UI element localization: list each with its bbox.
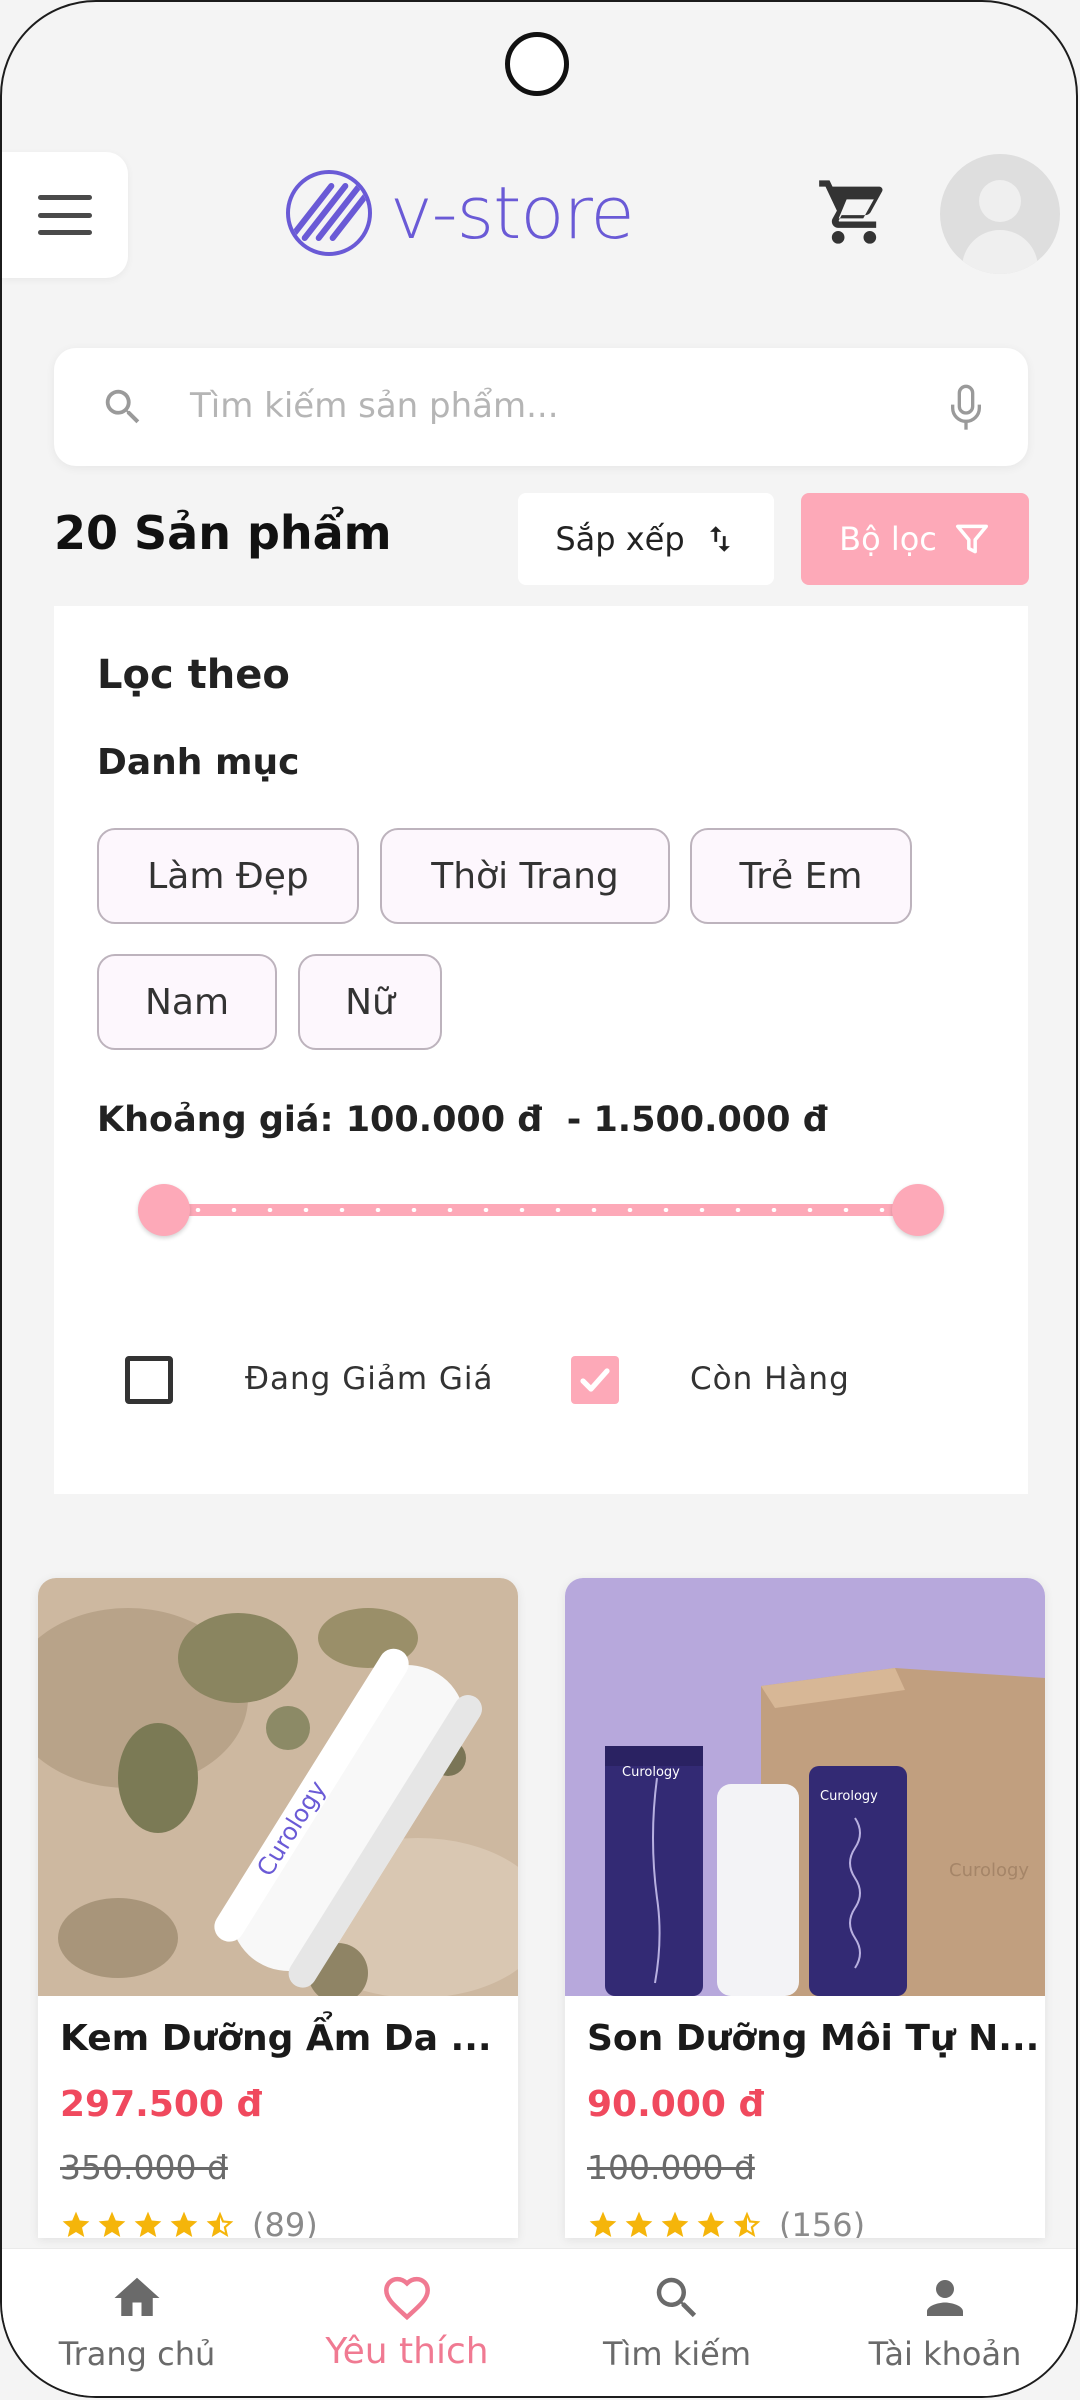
price-range-label: Khoảng giá: 100.000 đ - 1.500.000 đ	[97, 1100, 828, 1140]
nav-item-account[interactable]: Tài khoản	[810, 2249, 1076, 2396]
avatar[interactable]	[940, 154, 1060, 274]
search-icon	[105, 389, 140, 424]
filter-button[interactable]: Bộ lọc	[801, 493, 1029, 585]
phone-frame: v-store Tìm kiếm sản phẩm... 20 Sản phẩm…	[0, 0, 1078, 2398]
product-image[interactable]: Curology	[38, 1578, 518, 1996]
product-image[interactable]: Curology Curology Curology	[565, 1578, 1045, 1996]
category-chip[interactable]: Nam	[97, 954, 277, 1050]
menu-button[interactable]	[2, 152, 128, 278]
sort-label: Sắp xếp	[555, 520, 685, 558]
nav-label: Trang chủ	[58, 2335, 216, 2373]
product-brand-text: Curology	[820, 1789, 878, 1804]
nav-label: Tài khoản	[868, 2335, 1022, 2373]
star-half-icon	[206, 2211, 234, 2237]
star-icon	[625, 2211, 653, 2237]
star-icon	[134, 2211, 162, 2237]
camera-cutout	[505, 32, 569, 96]
review-count: (89)	[252, 2206, 318, 2238]
nav-item-favorites[interactable]: Yêu thích	[272, 2249, 542, 2396]
category-chip[interactable]: Nữ	[298, 954, 442, 1050]
cart-icon[interactable]	[816, 174, 892, 250]
logo-icon	[286, 170, 372, 256]
product-count: 20 Sản phẩm	[54, 506, 392, 560]
product-rating: (89)	[60, 2206, 318, 2238]
product-brand-text: Curology	[949, 1860, 1029, 1881]
product-old-price: 350.000 đ	[60, 2148, 228, 2187]
star-half-icon	[733, 2211, 761, 2237]
account-icon	[927, 2280, 963, 2316]
price-slider-ticks	[162, 1208, 918, 1212]
product-card[interactable]: Curology Curology Curology Son Dưỡng Môi…	[565, 1578, 1045, 2238]
sort-button[interactable]: Sắp xếp	[518, 493, 774, 585]
search-input[interactable]: Tìm kiếm sản phẩm...	[190, 386, 559, 426]
rating-stars	[587, 2209, 763, 2238]
check-icon	[580, 1368, 610, 1392]
nav-item-search[interactable]: Tìm kiếm	[542, 2249, 812, 2396]
star-icon	[62, 2211, 90, 2237]
logo[interactable]: v-store	[286, 168, 635, 258]
nav-label: Tìm kiếm	[602, 2335, 752, 2373]
product-brand-text: Curology	[622, 1765, 680, 1780]
mic-icon[interactable]	[946, 382, 986, 434]
product-price: 297.500 đ	[60, 2084, 263, 2125]
category-chip[interactable]: Làm Đẹp	[97, 828, 359, 924]
on-sale-checkbox[interactable]	[125, 1356, 173, 1404]
nav-item-home[interactable]: Trang chủ	[2, 2249, 272, 2396]
product-old-price: 100.000 đ	[587, 2148, 755, 2187]
filter-label: Bộ lọc	[839, 520, 937, 558]
product-price: 90.000 đ	[587, 2084, 765, 2125]
price-slider-max-handle[interactable]	[892, 1184, 944, 1236]
nav-label: Yêu thích	[325, 2331, 489, 2372]
star-icon	[697, 2211, 725, 2237]
filter-panel-title: Lọc theo	[97, 652, 290, 698]
rating-stars	[60, 2209, 236, 2238]
star-icon	[170, 2211, 198, 2237]
search-icon	[656, 2277, 697, 2318]
category-label: Danh mục	[97, 742, 300, 783]
menu-icon	[38, 195, 92, 235]
on-sale-label: Đang Giảm Giá	[245, 1361, 494, 1397]
product-card[interactable]: Curology Kem Dưỡng Ẩm Da ... 297.500 đ 3…	[38, 1578, 518, 2238]
home-icon	[114, 2277, 160, 2316]
product-rating: (156)	[587, 2206, 865, 2238]
bottom-nav: Trang chủ Yêu thích Tìm kiếm Tài khoản	[2, 2248, 1076, 2396]
category-chip[interactable]: Thời Trang	[380, 828, 670, 924]
category-chip[interactable]: Trẻ Em	[690, 828, 912, 924]
search-bar[interactable]: Tìm kiếm sản phẩm...	[54, 348, 1028, 466]
avatar-icon	[979, 180, 1021, 222]
product-name[interactable]: Son Dưỡng Môi Tự N...	[587, 2018, 1039, 2059]
filter-panel: Lọc theo Danh mục Làm Đẹp Thời Trang Trẻ…	[54, 606, 1028, 1494]
star-icon	[589, 2211, 617, 2237]
sort-icon	[709, 526, 730, 552]
logo-text: v-store	[390, 171, 635, 255]
product-name[interactable]: Kem Dưỡng Ẩm Da ...	[60, 2018, 492, 2059]
star-icon	[98, 2211, 126, 2237]
heart-icon	[384, 2276, 430, 2321]
price-slider-min-handle[interactable]	[138, 1184, 190, 1236]
review-count: (156)	[779, 2206, 866, 2238]
in-stock-label: Còn Hàng	[690, 1361, 850, 1397]
star-icon	[661, 2211, 689, 2237]
filter-icon	[955, 524, 988, 554]
in-stock-checkbox[interactable]	[571, 1356, 619, 1404]
